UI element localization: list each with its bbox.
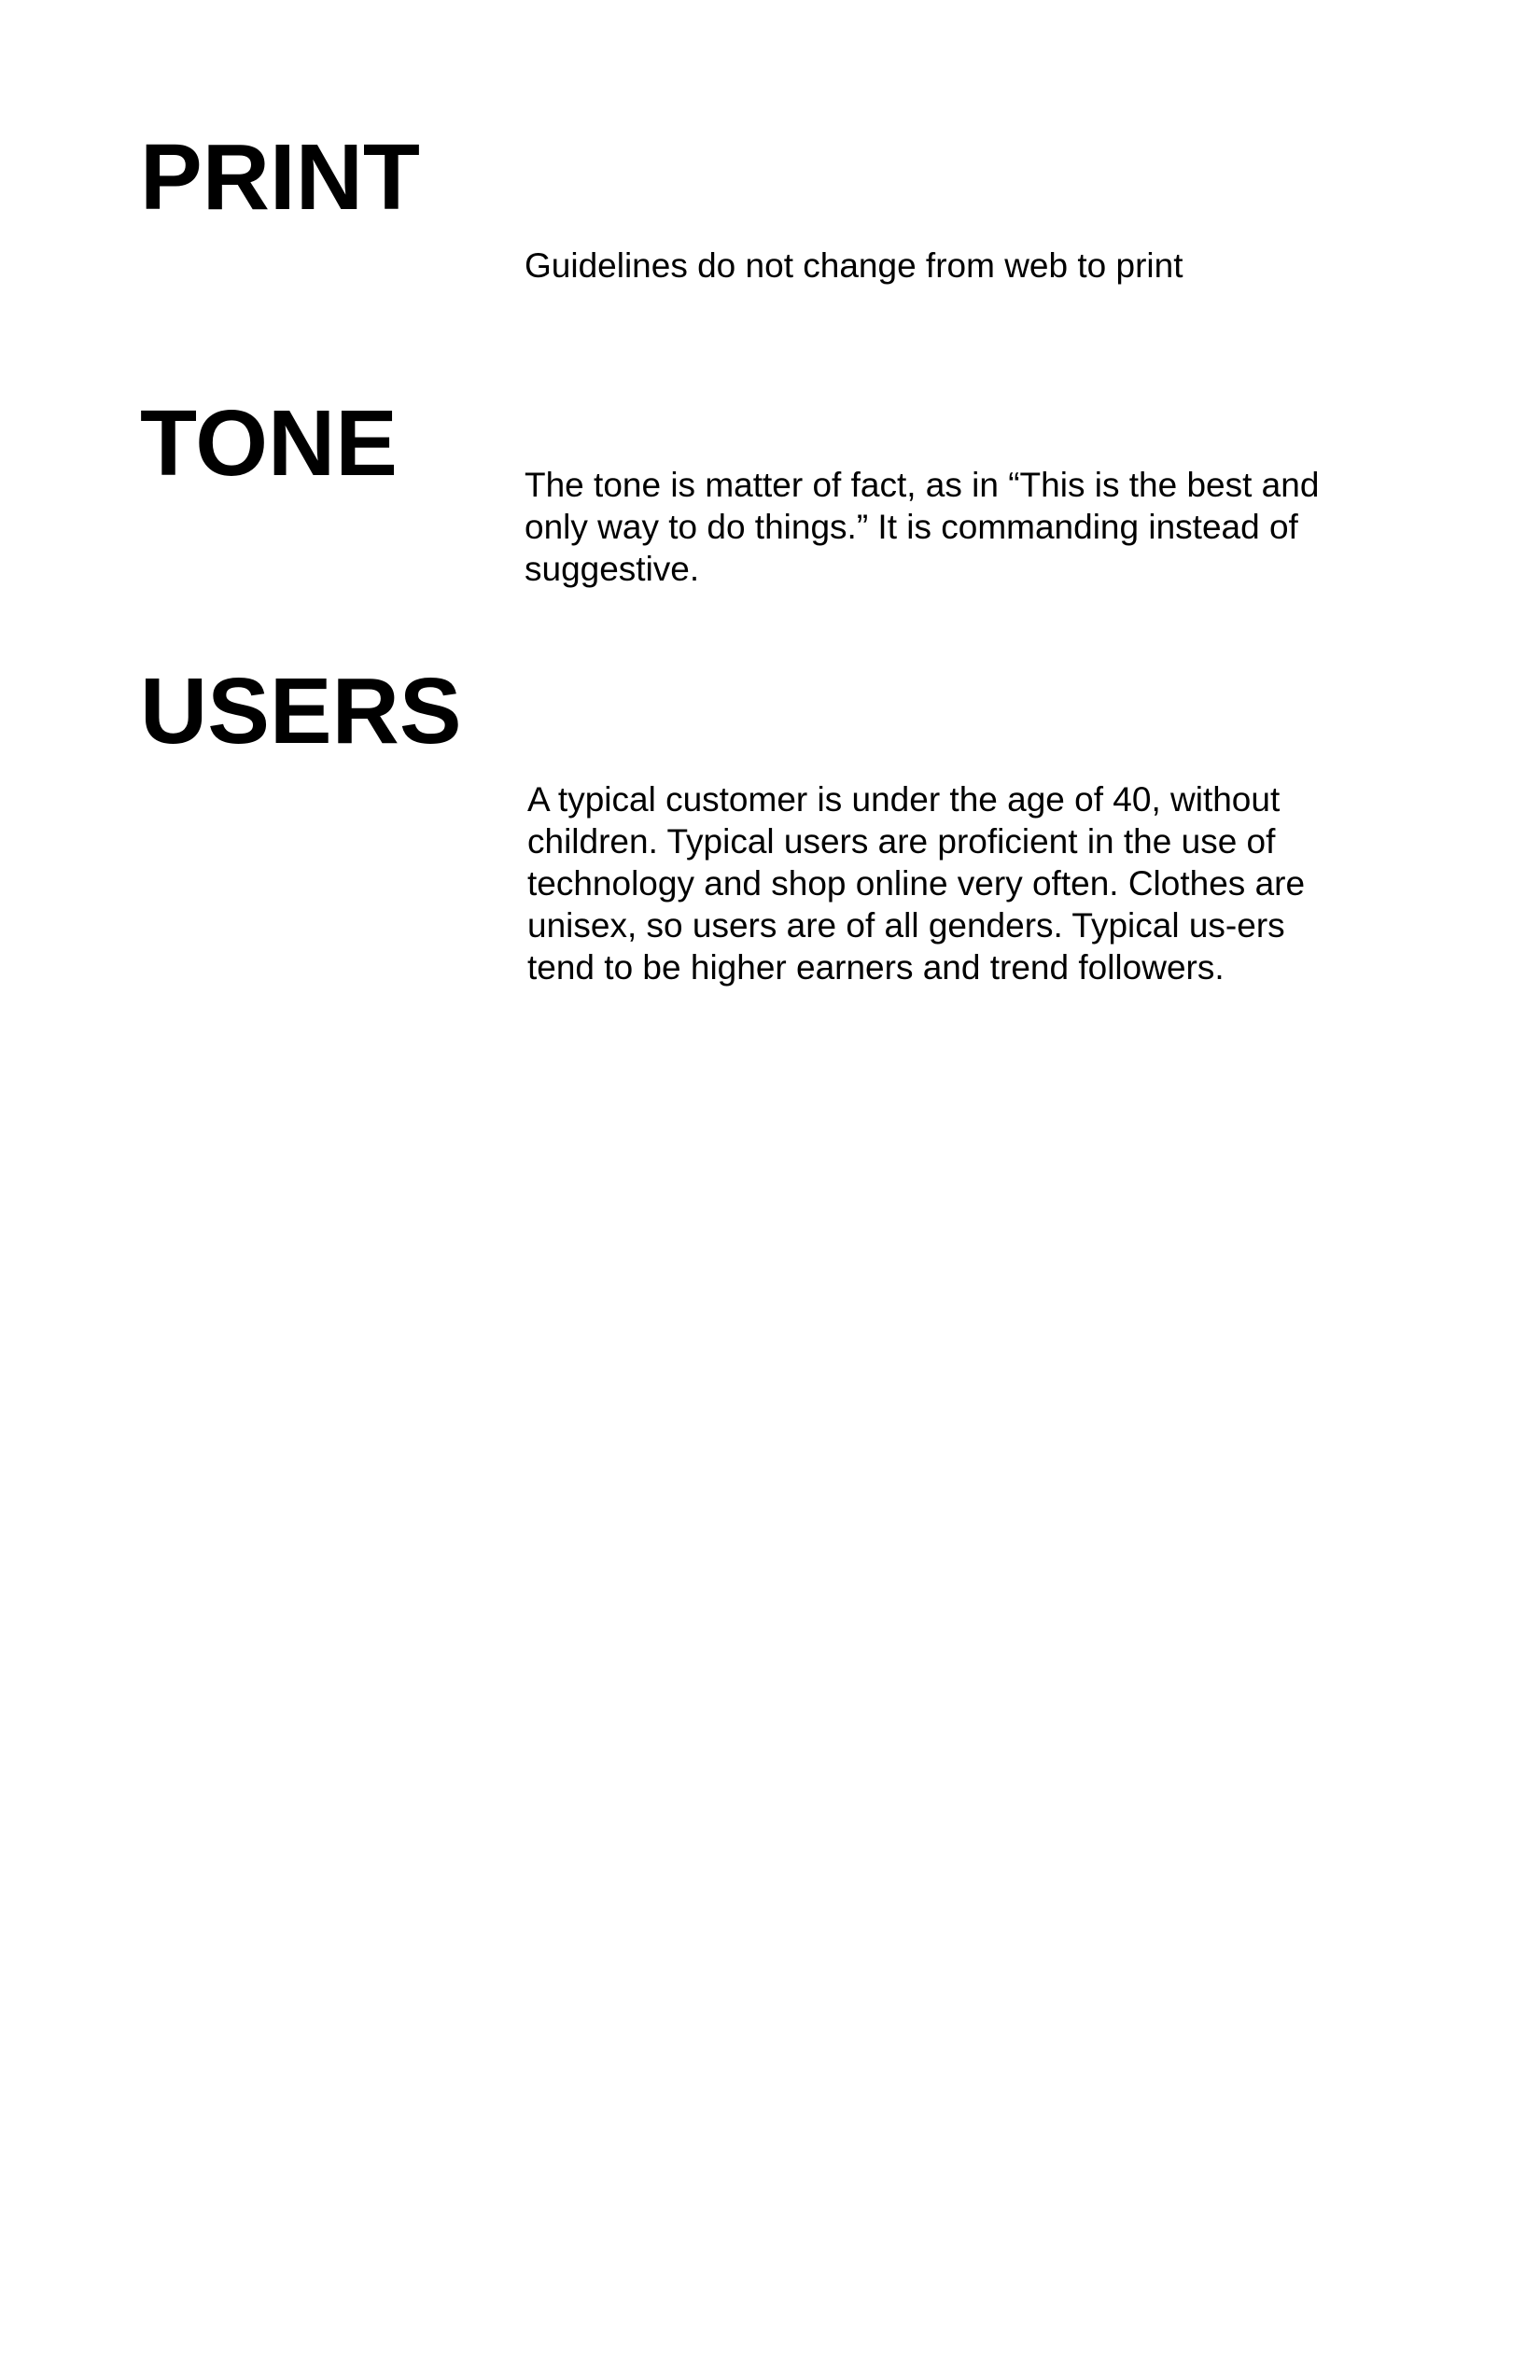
section-text-tone: The tone is matter of fact, as in “This … — [525, 466, 1320, 588]
section-heading-print: PRINT — [140, 125, 420, 230]
section-text-print: Guidelines do not change from web to pri… — [525, 246, 1183, 285]
section-heading-tone: TONE — [140, 391, 398, 496]
section-text-users: A typical customer is under the age of 4… — [527, 780, 1306, 987]
section-heading-users: USERS — [140, 659, 462, 763]
